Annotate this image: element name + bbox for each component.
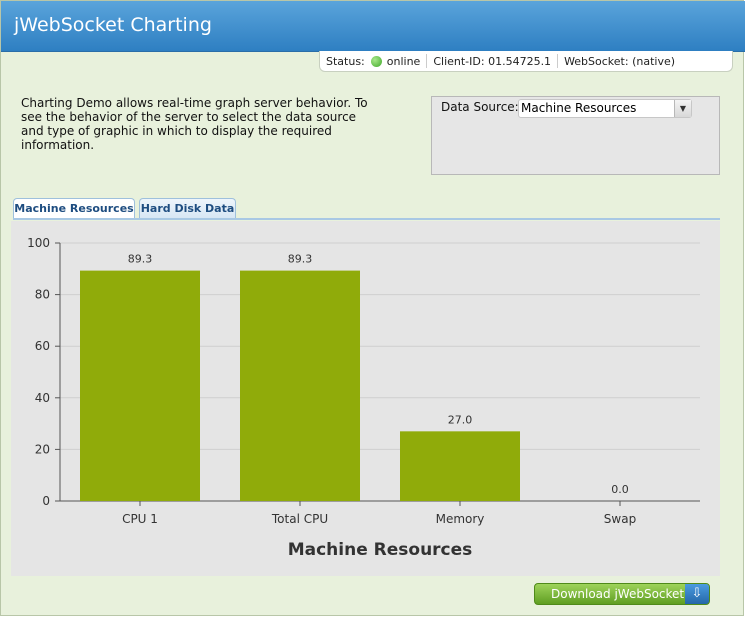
status-bar: Status: online Client-ID: 01.54725.1 Web…: [319, 51, 733, 72]
download-button[interactable]: Download jWebSocket ⇩: [534, 583, 710, 605]
data-label: 89.3: [288, 253, 313, 266]
data-label: 27.0: [448, 413, 473, 426]
data-source-label: Data Source:: [441, 100, 519, 114]
client-id-label: Client-ID:: [433, 54, 485, 68]
data-label: 89.3: [128, 253, 153, 266]
status-label: Status:: [326, 54, 365, 68]
bar-chart: 0 20 40 60 80 100 89.3 CPU 1 89.3 Total CPU 27.0 Me…: [27, 236, 700, 560]
chart-title: Machine Resources: [288, 540, 473, 560]
download-arrow-icon: ⇩: [685, 584, 709, 604]
data-source-select[interactable]: Machine Resources ▼: [518, 99, 692, 118]
data-source-panel: Data Source: Machine Resources ▼: [431, 96, 720, 175]
data-source-selected: Machine Resources: [521, 101, 637, 115]
app-title: jWebSocket Charting: [14, 14, 212, 36]
websocket-label: WebSocket:: [564, 54, 629, 68]
x-tick-label: Memory: [436, 512, 485, 526]
download-label: Download jWebSocket: [551, 587, 685, 601]
app-header: jWebSocket Charting: [1, 1, 745, 52]
x-tick-label: Total CPU: [271, 512, 328, 526]
chevron-down-icon[interactable]: ▼: [674, 100, 691, 117]
client-id-cell: Client-ID: 01.54725.1: [427, 54, 559, 68]
online-indicator-icon: [370, 55, 382, 67]
y-tick-label: 20: [35, 442, 50, 456]
y-tick-label: 40: [35, 391, 50, 405]
chart-panel: 0 20 40 60 80 100 89.3 CPU 1 89.3 Total CPU 27.0 Me…: [11, 221, 720, 576]
y-tick-label: 0: [42, 494, 50, 508]
intro-text: Charting Demo allows real-time graph ser…: [21, 96, 368, 152]
data-label: 0.0: [611, 483, 629, 496]
x-tick-label: Swap: [604, 512, 636, 526]
y-tick-label: 80: [35, 288, 50, 302]
tab-machine-resources[interactable]: Machine Resources: [13, 198, 135, 220]
status-value: online: [386, 54, 421, 68]
y-tick-label: 60: [35, 339, 50, 353]
app-window: jWebSocket Charting Status: online Clien…: [0, 0, 745, 616]
websocket-cell: WebSocket: (native): [558, 54, 681, 68]
x-tick-label: CPU 1: [122, 512, 158, 526]
y-tick-label: 100: [27, 236, 50, 250]
bar: [80, 270, 200, 501]
client-id-value: 01.54725.1: [488, 54, 552, 68]
bar: [240, 270, 360, 501]
websocket-value: (native): [632, 54, 676, 68]
status-cell: Status: online: [320, 54, 428, 68]
tab-hard-disk-data[interactable]: Hard Disk Data: [139, 198, 236, 219]
tab-divider: [13, 218, 720, 220]
bar: [400, 431, 520, 501]
